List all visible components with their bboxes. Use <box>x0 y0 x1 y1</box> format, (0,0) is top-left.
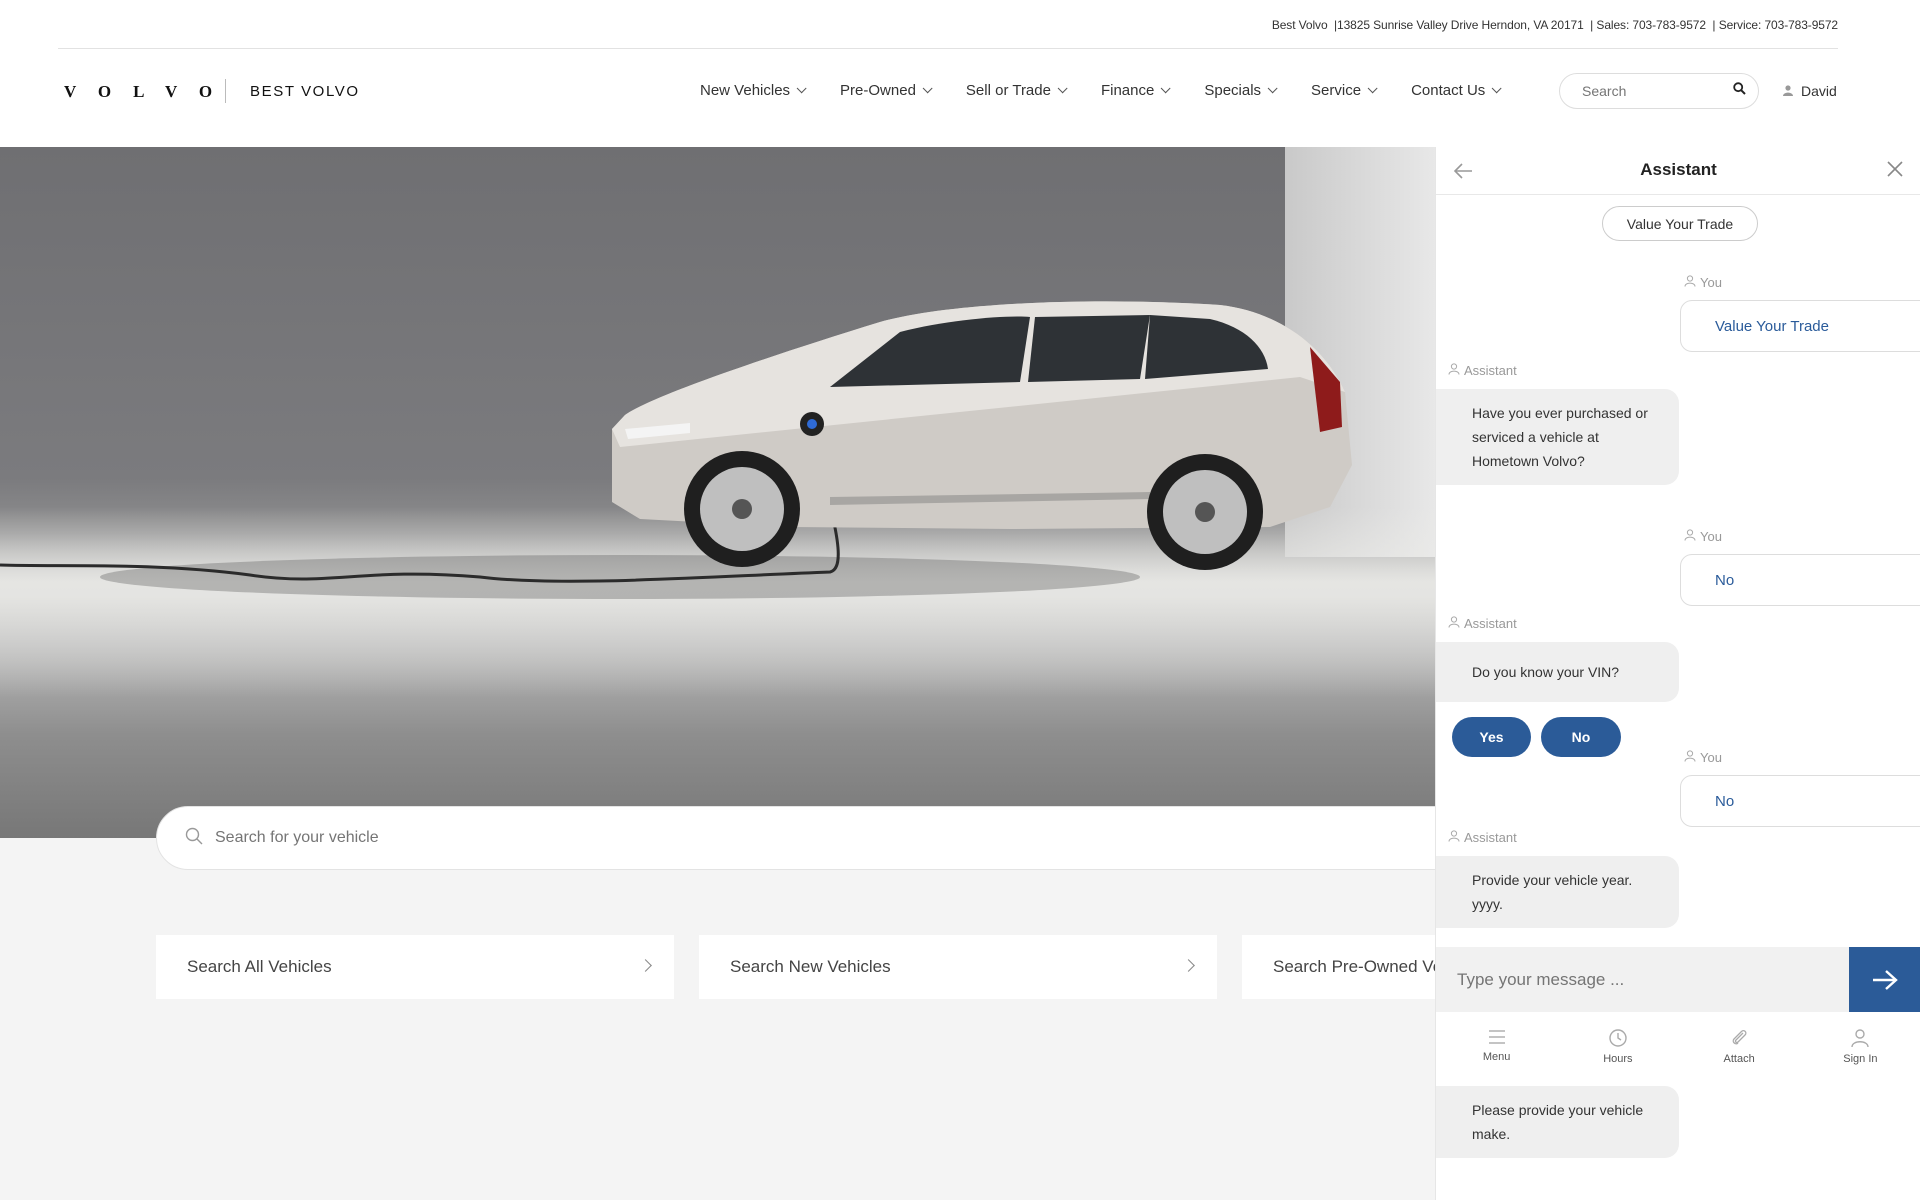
site-header: Best Volvo |13825 Sunrise Valley Drive H… <box>0 0 1920 147</box>
chevron-down-icon <box>1267 83 1278 94</box>
chevron-down-icon <box>796 83 807 94</box>
vehicle-search-input[interactable] <box>215 829 1115 847</box>
nav-service[interactable]: Service <box>1311 82 1378 99</box>
chevron-down-icon <box>1367 83 1378 94</box>
sender-label-you: You <box>1684 275 1722 290</box>
user-icon <box>1684 529 1696 544</box>
dealer-name[interactable]: BEST VOLVO <box>250 83 360 100</box>
chevron-down-icon <box>1161 83 1171 94</box>
chevron-right-icon <box>1182 959 1195 972</box>
send-button[interactable] <box>1849 947 1920 1012</box>
site-search <box>1559 73 1759 109</box>
nav-label: Finance <box>1100 82 1155 99</box>
toolbar-label: Attach <box>1723 1053 1755 1065</box>
service-phone[interactable]: Service: 703-783-9572 <box>1719 18 1838 32</box>
paperclip-icon <box>1732 1030 1747 1045</box>
chat-header: Assistant <box>1436 147 1920 195</box>
car-image <box>0 301 1352 599</box>
quick-link-label: Search All Vehicles <box>187 957 332 976</box>
assistant-chat-panel: Assistant Value Your Trade You Value You… <box>1435 147 1920 1200</box>
nav-label: New Vehicles <box>700 82 791 99</box>
message-input[interactable] <box>1436 969 1846 990</box>
toolbar-label: Hours <box>1603 1053 1633 1065</box>
dealer-info-name: Best Volvo <box>1271 18 1328 32</box>
sender-label-assistant: Assistant <box>1448 363 1517 378</box>
message-composer <box>1436 947 1920 1012</box>
main-nav: New Vehicles Pre-Owned Sell or Trade Fin… <box>700 82 1535 99</box>
nav-label: Specials <box>1204 82 1262 99</box>
vehicle-search-bar <box>156 806 1456 870</box>
user-icon <box>1448 616 1460 631</box>
search-icon <box>185 827 203 850</box>
volvo-logo[interactable]: VOLVO <box>64 82 234 102</box>
message-you: No <box>1680 775 1920 827</box>
user-name: David <box>1801 83 1837 99</box>
nav-finance[interactable]: Finance <box>1100 82 1171 99</box>
quick-reply-yes-button[interactable]: Yes <box>1452 717 1531 757</box>
header-divider <box>58 48 1838 49</box>
message-assistant: Do you know your VIN? <box>1436 642 1679 702</box>
toolbar-label: Menu <box>1482 1051 1511 1063</box>
close-icon[interactable] <box>1885 159 1907 181</box>
user-icon <box>1783 83 1793 99</box>
value-your-trade-pill[interactable]: Value Your Trade <box>1602 206 1758 241</box>
chat-toolbar: Menu Hours Attach Sign In <box>1436 1012 1920 1086</box>
sales-phone[interactable]: Sales: 703-783-9572 <box>1596 18 1706 32</box>
toolbar-menu[interactable]: Menu <box>1436 1012 1557 1086</box>
search-new-vehicles-link[interactable]: Search New Vehicles <box>699 935 1217 999</box>
sender-label-you: You <box>1684 750 1722 765</box>
search-all-vehicles-link[interactable]: Search All Vehicles <box>156 935 674 999</box>
toolbar-attach[interactable]: Attach <box>1679 1012 1800 1086</box>
clock-icon <box>1609 1029 1627 1047</box>
site-search-input[interactable] <box>1582 83 1722 99</box>
chevron-down-icon <box>1491 83 1502 94</box>
nav-label: Sell or Trade <box>965 82 1051 99</box>
message-you: No <box>1680 554 1920 606</box>
user-icon <box>1684 275 1696 290</box>
hero-image <box>0 147 1436 838</box>
quick-link-label: Search New Vehicles <box>730 957 891 976</box>
user-icon <box>1448 363 1460 378</box>
nav-contact-us[interactable]: Contact Us <box>1411 82 1502 99</box>
user-account[interactable]: David <box>1783 83 1837 99</box>
message-assistant: Have you ever purchased or serviced a ve… <box>1436 389 1679 485</box>
toolbar-hours[interactable]: Hours <box>1557 1012 1678 1086</box>
nav-specials[interactable]: Specials <box>1204 82 1278 99</box>
message-assistant: Please provide your vehicle make. <box>1436 1086 1679 1158</box>
quick-reply-no-button[interactable]: No <box>1541 717 1621 757</box>
sender-label-assistant: Assistant <box>1448 616 1517 631</box>
search-icon[interactable] <box>1733 82 1746 100</box>
chat-title: Assistant <box>1640 160 1717 179</box>
dealer-address: 13825 Sunrise Valley Drive Herndon, VA 2… <box>1337 18 1584 32</box>
sender-label-you: You <box>1684 529 1722 544</box>
user-icon <box>1448 830 1460 845</box>
chevron-right-icon <box>639 959 652 972</box>
user-icon <box>1684 750 1696 765</box>
arrow-right-icon <box>1873 969 1898 990</box>
chevron-down-icon <box>922 83 933 94</box>
dealer-contact-info: Best Volvo |13825 Sunrise Valley Drive H… <box>1271 18 1838 32</box>
nav-new-vehicles[interactable]: New Vehicles <box>700 82 807 99</box>
menu-icon <box>1488 1030 1505 1044</box>
nav-label: Pre-Owned <box>840 82 916 99</box>
message-you: Value Your Trade <box>1680 300 1920 352</box>
nav-pre-owned[interactable]: Pre-Owned <box>840 82 933 99</box>
logo-divider <box>225 79 226 103</box>
message-assistant: Provide your vehicle year. yyyy. <box>1436 856 1679 928</box>
nav-sell-or-trade[interactable]: Sell or Trade <box>965 82 1068 99</box>
toolbar-label: Sign In <box>1843 1053 1878 1065</box>
nav-label: Contact Us <box>1411 82 1486 99</box>
toolbar-sign-in[interactable]: Sign In <box>1800 1012 1920 1086</box>
user-icon <box>1851 1029 1870 1048</box>
nav-label: Service <box>1311 82 1362 99</box>
sender-label-assistant: Assistant <box>1448 830 1517 845</box>
chevron-down-icon <box>1057 83 1068 94</box>
